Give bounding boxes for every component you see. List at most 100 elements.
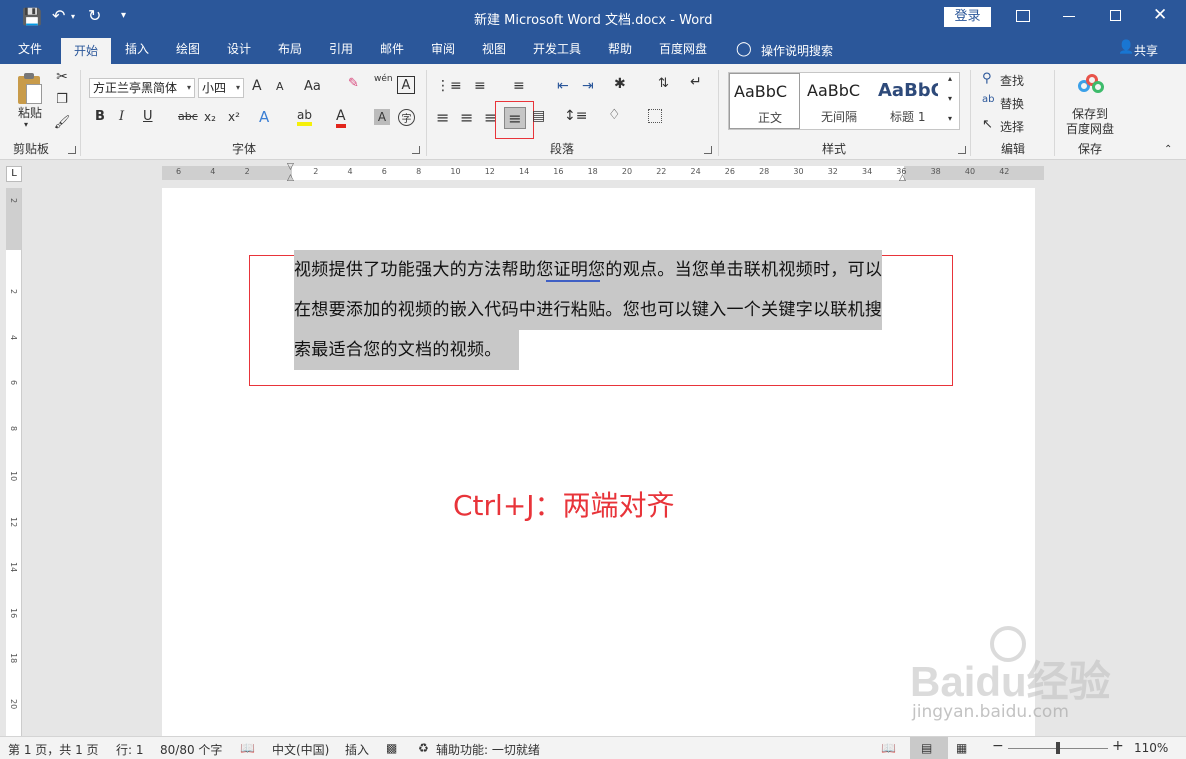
tab-baidu-netdisk[interactable]: 百度网盘 bbox=[653, 34, 713, 64]
tab-developer[interactable]: 开发工具 bbox=[527, 34, 587, 64]
tab-insert[interactable]: 插入 bbox=[115, 34, 159, 64]
macro-record-icon[interactable]: ▩ bbox=[386, 741, 397, 755]
login-button[interactable]: 登录 bbox=[944, 7, 991, 27]
right-indent-marker-icon[interactable]: △ bbox=[899, 173, 906, 183]
find-button[interactable]: 查找 bbox=[1000, 72, 1024, 89]
insert-mode[interactable]: 插入 bbox=[345, 741, 369, 758]
tab-mailings[interactable]: 邮件 bbox=[370, 34, 414, 64]
phonetic-guide-icon[interactable]: wén bbox=[374, 74, 393, 84]
styles-more-icon[interactable]: ▾ bbox=[948, 114, 952, 123]
borders-icon[interactable] bbox=[648, 109, 662, 123]
maximize-icon[interactable] bbox=[1110, 10, 1121, 21]
tab-help[interactable]: 帮助 bbox=[598, 34, 642, 64]
styles-scroll-up-icon[interactable]: ▴ bbox=[948, 74, 952, 83]
enclose-characters-icon[interactable]: 字 bbox=[398, 109, 415, 126]
format-painter-icon[interactable]: 🖌 bbox=[54, 115, 71, 130]
word-count[interactable]: 80/80 个字 bbox=[160, 741, 222, 758]
baidu-netdisk-icon[interactable] bbox=[1076, 72, 1106, 98]
zoom-slider-thumb[interactable] bbox=[1056, 742, 1060, 754]
doc-line-3[interactable]: 索最适合您的文档的视频。 bbox=[294, 330, 519, 370]
line-number[interactable]: 行: 1 bbox=[116, 741, 144, 758]
redo-icon[interactable]: ↻ bbox=[88, 6, 101, 25]
distributed-icon[interactable]: ▤ bbox=[532, 108, 545, 124]
highlight-icon[interactable]: ab bbox=[297, 108, 312, 126]
font-launcher-icon[interactable] bbox=[412, 146, 420, 154]
text-effects-icon[interactable]: A bbox=[259, 108, 269, 126]
align-center-icon[interactable]: ≡ bbox=[460, 108, 473, 127]
style-heading-1[interactable]: AaBbC 标题 1 bbox=[872, 73, 942, 129]
tab-design[interactable]: 设计 bbox=[217, 34, 261, 64]
numbering-icon[interactable]: ≡ bbox=[474, 78, 486, 94]
proofing-icon[interactable]: 📖 bbox=[240, 741, 255, 755]
shrink-font-icon[interactable]: A bbox=[276, 80, 284, 93]
language-indicator[interactable]: 中文(中国) bbox=[272, 741, 329, 758]
superscript-button[interactable]: x² bbox=[228, 110, 240, 124]
paste-button[interactable]: 粘贴 bbox=[16, 104, 44, 121]
font-name-combo[interactable]: 方正兰亭黑简体 ▾ bbox=[89, 78, 195, 98]
page-count[interactable]: 第 1 页，共 1 页 bbox=[8, 741, 99, 758]
select-button[interactable]: 选择 bbox=[1000, 118, 1024, 135]
subscript-button[interactable]: x₂ bbox=[204, 110, 216, 124]
tab-layout[interactable]: 布局 bbox=[268, 34, 312, 64]
ribbon-display-icon[interactable] bbox=[1016, 10, 1030, 22]
paragraph-launcher-icon[interactable] bbox=[704, 146, 712, 154]
collapse-ribbon-icon[interactable]: ⌃ bbox=[1164, 144, 1172, 155]
multilevel-list-icon[interactable]: ≡ bbox=[513, 78, 525, 94]
share-button[interactable]: 共享 bbox=[1134, 42, 1158, 59]
style-no-spacing[interactable]: AaBbC 无间隔 bbox=[801, 73, 871, 129]
web-layout-icon[interactable]: ▦ bbox=[956, 741, 967, 755]
tab-file[interactable]: 文件 bbox=[6, 34, 54, 64]
show-marks-icon[interactable]: ↵ bbox=[690, 74, 702, 90]
minimize-icon[interactable] bbox=[1063, 16, 1075, 17]
close-icon[interactable]: ✕ bbox=[1153, 5, 1167, 25]
decrease-indent-icon[interactable]: ⇤ bbox=[557, 78, 569, 94]
font-color-icon[interactable]: A bbox=[336, 108, 346, 128]
italic-button[interactable]: I bbox=[119, 109, 124, 124]
vertical-ruler[interactable]: 2 2 4 6 8 10 12 14 16 18 20 bbox=[6, 188, 22, 736]
increase-indent-icon[interactable]: ⇥ bbox=[582, 78, 594, 94]
cut-icon[interactable]: ✂ bbox=[54, 69, 70, 85]
tab-selector-icon[interactable]: L bbox=[6, 166, 22, 182]
read-mode-icon[interactable]: 📖 bbox=[881, 741, 896, 755]
clipboard-launcher-icon[interactable] bbox=[68, 146, 76, 154]
grow-font-icon[interactable]: A bbox=[252, 78, 262, 94]
accessibility-icon[interactable]: ♻ bbox=[418, 741, 429, 755]
undo-dropdown-icon[interactable]: ▾ bbox=[71, 12, 75, 21]
change-case-icon[interactable]: Aa bbox=[304, 79, 321, 94]
character-border-icon[interactable]: A bbox=[397, 76, 415, 94]
bullets-icon[interactable]: ⋮≡ bbox=[436, 78, 462, 94]
tab-references[interactable]: 引用 bbox=[319, 34, 363, 64]
character-shading-icon[interactable]: A bbox=[374, 109, 390, 125]
paste-icon[interactable] bbox=[14, 72, 44, 106]
tab-review[interactable]: 审阅 bbox=[421, 34, 465, 64]
shading-icon[interactable]: ♢ bbox=[608, 107, 621, 123]
sort-icon[interactable]: ⇅ bbox=[658, 76, 669, 91]
justify-button[interactable]: ≡ bbox=[504, 107, 526, 129]
styles-scroll-down-icon[interactable]: ▾ bbox=[948, 94, 952, 103]
replace-button[interactable]: 替换 bbox=[1000, 95, 1024, 112]
bold-button[interactable]: B bbox=[95, 109, 105, 124]
styles-launcher-icon[interactable] bbox=[958, 146, 966, 154]
tab-home[interactable]: 开始 bbox=[61, 38, 111, 64]
save-to-netdisk-button-line2[interactable]: 百度网盘 bbox=[1066, 120, 1114, 137]
strikethrough-button[interactable]: abc bbox=[178, 110, 198, 123]
customize-qat-icon[interactable]: ▾ bbox=[121, 10, 126, 21]
clear-format-icon[interactable]: ✎ bbox=[348, 76, 359, 91]
tab-draw[interactable]: 绘图 bbox=[166, 34, 210, 64]
chinese-layout-icon[interactable]: ✱ bbox=[614, 76, 626, 92]
save-icon[interactable]: 💾 bbox=[22, 7, 42, 26]
align-left-icon[interactable]: ≡ bbox=[436, 108, 449, 127]
hanging-indent-marker-icon[interactable]: △ bbox=[287, 173, 294, 183]
font-size-combo[interactable]: 小四 ▾ bbox=[198, 78, 244, 98]
copy-icon[interactable]: ❐ bbox=[54, 92, 70, 107]
undo-icon[interactable]: ↶ bbox=[52, 6, 65, 25]
style-normal[interactable]: AaBbC 正文 bbox=[729, 73, 800, 129]
zoom-in-icon[interactable]: + bbox=[1112, 738, 1124, 754]
first-line-indent-marker-icon[interactable]: ▽ bbox=[287, 162, 294, 172]
accessibility-status[interactable]: 辅助功能: 一切就绪 bbox=[436, 741, 540, 758]
zoom-level[interactable]: 110% bbox=[1134, 741, 1168, 755]
tab-view[interactable]: 视图 bbox=[472, 34, 516, 64]
zoom-out-icon[interactable]: − bbox=[992, 738, 1004, 754]
tell-me-search[interactable]: 操作说明搜索 bbox=[761, 42, 833, 59]
doc-line-1[interactable]: 视频提供了功能强大的方法帮助您证明您的观点。当您单击联机视频时，可以 bbox=[294, 250, 883, 290]
